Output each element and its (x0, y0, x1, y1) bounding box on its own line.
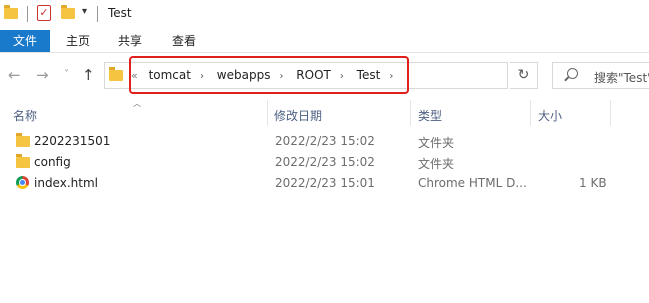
chrome-icon (16, 176, 29, 189)
search-input[interactable]: 搜索"Test" (594, 69, 649, 86)
back-arrow-icon[interactable]: ← (8, 66, 21, 84)
separator (97, 6, 98, 22)
column-divider[interactable] (530, 100, 531, 126)
list-item[interactable]: 2202231501 2022/2/23 15:02 文件夹 (0, 131, 649, 152)
file-name: 2202231501 (34, 134, 111, 148)
folder-icon (16, 154, 30, 168)
column-size[interactable]: 大小 (538, 107, 562, 124)
file-modified: 2022/2/23 15:02 (275, 155, 375, 169)
recent-chevron-icon[interactable]: ˅ (64, 69, 69, 80)
file-type: Chrome HTML D... (418, 176, 527, 190)
column-type[interactable]: 类型 (418, 107, 442, 124)
properties-icon[interactable]: ✓ (37, 5, 51, 21)
title-bar: ✓ ▾ Test (0, 0, 649, 30)
tab-share[interactable]: 共享 (118, 30, 142, 52)
list-item[interactable]: config 2022/2/23 15:02 文件夹 (0, 152, 649, 173)
column-name[interactable]: 名称 (13, 107, 37, 124)
ribbon-tabs: 文件 主页 共享 查看 (0, 30, 649, 53)
file-name: index.html (34, 176, 98, 190)
column-header: ︿ 名称 修改日期 类型 大小 (0, 98, 649, 126)
sort-up-icon: ︿ (133, 99, 141, 108)
file-name: config (34, 155, 71, 169)
address-highlight-box (129, 56, 409, 94)
folder-icon[interactable] (4, 5, 18, 19)
forward-arrow-icon[interactable]: → (36, 66, 49, 84)
refresh-button[interactable]: ↻ (510, 62, 538, 89)
chevron-down-icon[interactable]: ▾ (82, 6, 87, 17)
search-box[interactable]: 搜索"Test" (552, 62, 649, 89)
up-arrow-icon[interactable]: ↑ (82, 66, 95, 84)
list-item[interactable]: index.html 2022/2/23 15:01 Chrome HTML D… (0, 173, 649, 194)
tab-home[interactable]: 主页 (66, 30, 90, 52)
new-folder-icon[interactable] (61, 5, 75, 19)
file-modified: 2022/2/23 15:01 (275, 176, 375, 190)
tab-file[interactable]: 文件 (0, 30, 50, 52)
file-type: 文件夹 (418, 157, 455, 171)
column-divider[interactable] (410, 100, 411, 126)
file-type: 文件夹 (418, 136, 455, 150)
window-title: Test (108, 6, 132, 20)
folder-icon (16, 133, 30, 147)
file-size: 1 KB (579, 176, 607, 190)
separator (27, 6, 28, 22)
folder-icon (109, 67, 123, 81)
search-icon (567, 68, 578, 79)
column-divider[interactable] (267, 100, 268, 126)
file-modified: 2022/2/23 15:02 (275, 134, 375, 148)
column-modified[interactable]: 修改日期 (274, 107, 322, 124)
tab-view[interactable]: 查看 (172, 30, 196, 52)
column-divider[interactable] (610, 100, 611, 126)
